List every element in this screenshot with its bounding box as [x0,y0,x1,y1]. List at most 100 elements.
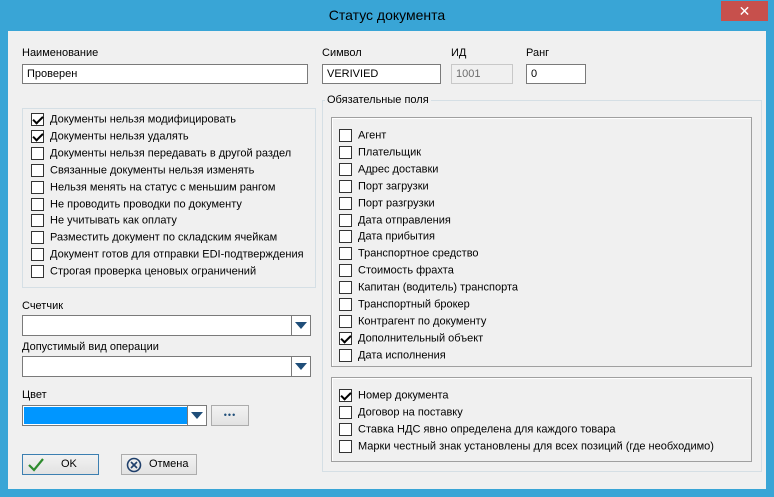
extra-field-checkbox[interactable] [339,439,352,453]
name-label: Наименование [22,47,99,59]
required-field-checkbox-row[interactable]: Контрагент по документу [339,314,487,331]
dialog-client: Наименование Проверен Символ VERIVIED ИД… [8,31,766,489]
option-checkbox[interactable] [31,129,44,143]
color-label: Цвет [22,389,47,401]
required-field-checkbox-row[interactable]: Порт разгрузки [339,196,435,213]
counter-dropdown-button[interactable] [291,316,310,335]
close-button[interactable]: ✕ [721,1,768,21]
option-checkbox[interactable] [31,197,44,211]
option-checkbox-row[interactable]: Не учитывать как оплату [31,214,177,230]
required-field-checkbox-label: Транспортный брокер [358,298,470,311]
option-checkbox-row[interactable]: Разместить документ по складским ячейкам [31,231,277,247]
dialog-window: Статус документа ✕ Наименование Проверен… [0,0,774,497]
symbol-input[interactable]: VERIVIED [322,64,441,84]
symbol-label: Символ [322,47,362,59]
option-checkbox[interactable] [31,214,44,228]
rank-input[interactable]: 0 [526,64,586,84]
required-field-checkbox-row[interactable]: Стоимость фрахта [339,264,454,280]
required-field-checkbox-label: Дата прибытия [358,230,435,243]
option-checkbox-label: Документы нельзя модифицировать [50,113,237,126]
cancel-label: Отмена [149,458,189,470]
option-checkbox-label: Документ готов для отправки EDI-подтверж… [50,248,304,261]
required-field-checkbox[interactable] [339,162,352,176]
required-field-checkbox[interactable] [339,213,352,227]
option-checkbox-row[interactable]: Документы нельзя передавать в другой раз… [31,146,292,163]
option-checkbox-row[interactable]: Документы нельзя удалять [31,129,189,146]
required-field-checkbox[interactable] [339,331,352,345]
cancel-button[interactable]: Отмена [121,454,197,475]
required-field-checkbox-row[interactable]: Дата отправления [339,213,451,230]
required-field-checkbox[interactable] [339,264,352,278]
required-field-checkbox-label: Порт загрузки [358,180,429,193]
extra-field-checkbox[interactable] [339,405,352,419]
required-field-checkbox-row[interactable]: Дата прибытия [339,230,435,246]
extra-field-checkbox-row[interactable]: Марки честный знак установлены для всех … [339,439,714,456]
required-field-checkbox[interactable] [339,247,352,261]
option-checkbox[interactable] [31,231,44,245]
ok-button[interactable]: OK [22,454,99,475]
close-icon: ✕ [738,3,751,19]
counter-combo[interactable] [22,315,311,336]
required-field-checkbox-row[interactable]: Транспортное средство [339,247,479,263]
option-checkbox-row[interactable]: Документы нельзя модифицировать [31,113,236,129]
required-field-checkbox[interactable] [339,145,352,159]
required-field-checkbox[interactable] [339,230,352,244]
required-field-checkbox[interactable] [339,281,352,295]
option-checkbox-row[interactable]: Нельзя менять на статус с меньшим рангом [31,180,275,197]
required-field-checkbox-label: Дата исполнения [358,349,446,362]
required-field-checkbox-row[interactable]: Плательщик [339,145,422,162]
option-checkbox-row[interactable]: Строгая проверка ценовых ограничений [31,265,256,281]
window-title: Статус документа [328,7,446,23]
required-field-checkbox[interactable] [339,298,352,311]
extra-field-checkbox-row[interactable]: Договор на поставку [339,405,463,422]
required-field-checkbox-row[interactable]: Капитан (водитель) транспорта [339,281,518,297]
color-dropdown-button[interactable] [187,406,206,425]
ellipsis-icon: ••• [223,410,237,420]
extra-field-checkbox-label: Договор на поставку [358,406,463,419]
color-picker-button[interactable]: ••• [211,405,249,426]
option-checkbox[interactable] [31,248,44,262]
required-field-checkbox-label: Плательщик [358,146,422,159]
option-checkbox-label: Разместить документ по складским ячейкам [50,231,278,244]
required-field-checkbox-label: Дополнительный объект [358,332,484,345]
required-field-checkbox-row[interactable]: Порт загрузки [339,179,429,196]
required-field-checkbox[interactable] [339,129,352,142]
required-field-checkbox[interactable] [339,348,352,362]
option-checkbox[interactable] [31,163,44,177]
option-checkbox-label: Документы нельзя удалять [50,130,189,143]
operation-combo[interactable] [22,356,311,377]
option-checkbox[interactable] [31,146,44,160]
rank-label: Ранг [526,47,550,59]
option-checkbox-row[interactable]: Связанные документы нельзя изменять [31,163,255,180]
required-field-checkbox[interactable] [339,179,352,193]
required-field-checkbox-label: Агент [358,129,387,142]
required-field-checkbox-label: Транспортное средство [358,247,479,260]
required-field-checkbox-row[interactable]: Дополнительный объект [339,331,484,348]
required-field-checkbox-row[interactable]: Адрес доставки [339,162,438,179]
color-combo[interactable] [22,405,207,426]
required-field-checkbox-row[interactable]: Дата исполнения [339,348,446,365]
name-input[interactable]: Проверен [22,64,308,84]
extra-field-checkbox-row[interactable]: Номер документа [339,389,449,405]
option-checkbox[interactable] [31,113,44,126]
cancel-icon [126,457,142,473]
option-checkbox[interactable] [31,180,44,194]
operation-dropdown-button[interactable] [291,357,310,376]
required-field-checkbox[interactable] [339,314,352,328]
option-checkbox-row[interactable]: Документ готов для отправки EDI-подтверж… [31,248,304,264]
extra-field-checkbox-row[interactable]: Ставка НДС явно определена для каждого т… [339,422,615,439]
required-field-checkbox-label: Контрагент по документу [358,315,487,328]
required-field-checkbox[interactable] [339,196,352,210]
option-checkbox-label: Документы нельзя передавать в другой раз… [50,147,292,160]
required-field-checkbox-label: Дата отправления [358,214,451,226]
option-checkbox-row[interactable]: Не проводить проводки по документу [31,197,242,214]
extra-field-checkbox[interactable] [339,389,352,402]
option-checkbox-label: Не проводить проводки по документу [50,198,242,210]
required-field-checkbox-row[interactable]: Агент [339,129,386,145]
option-checkbox[interactable] [31,265,44,279]
required-fields-title: Обязательные поля [325,94,431,106]
required-field-checkbox-row[interactable]: Транспортный брокер [339,298,470,314]
option-checkbox-label: Связанные документы нельзя изменять [50,164,255,177]
extra-field-checkbox-label: Номер документа [358,389,449,402]
extra-field-checkbox[interactable] [339,422,352,436]
